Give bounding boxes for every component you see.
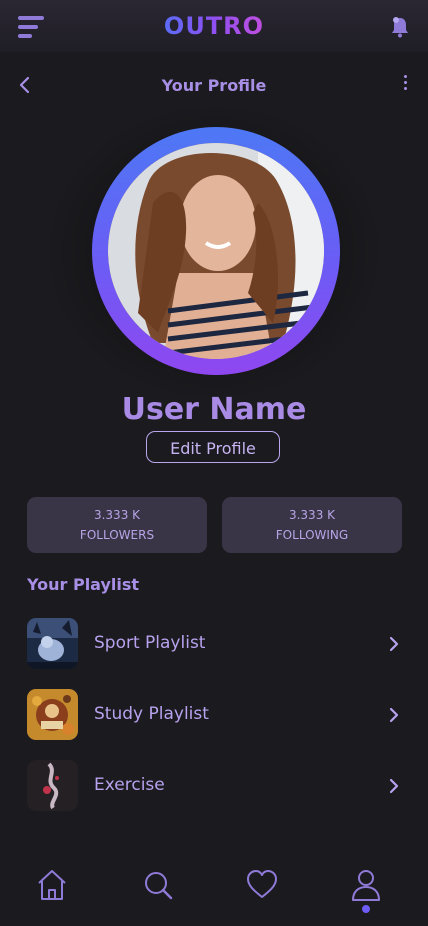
chevron-right-icon[interactable] [389, 636, 399, 652]
user-name: User Name [121, 392, 307, 427]
profile-photo [108, 143, 324, 359]
following-count: 3.333 K [288, 508, 336, 522]
followers-label: FOLLOWERS [79, 528, 155, 542]
avatar [108, 143, 324, 359]
search-icon[interactable] [141, 868, 175, 902]
chevron-right-icon[interactable] [389, 778, 399, 794]
playlist-item-label: Sport Playlist [94, 633, 206, 653]
active-indicator-dot [362, 905, 370, 913]
playlist-item-label: Study Playlist [94, 704, 209, 724]
playlist-item-sport[interactable]: Sport Playlist [27, 618, 407, 670]
bottom-nav [0, 862, 428, 926]
playlist-item-label: Exercise [94, 775, 165, 795]
followers-count: 3.333 K [93, 508, 141, 522]
following-card[interactable]: 3.333 K FOLLOWING [222, 497, 402, 553]
more-options-icon[interactable] [402, 75, 408, 95]
heart-icon[interactable] [245, 868, 279, 902]
playlist-thumbnail [27, 760, 78, 811]
profile-icon[interactable] [349, 868, 383, 902]
following-label: FOLLOWING [275, 528, 349, 542]
playlist-section-title: Your Playlist [27, 575, 140, 594]
chevron-right-icon[interactable] [389, 707, 399, 723]
playlist-item-study[interactable]: Study Playlist [27, 689, 407, 741]
top-bar: OUTRO [0, 0, 428, 52]
playlist-thumbnail [27, 618, 78, 669]
page-title: Your Profile [161, 76, 267, 95]
notification-bell-icon[interactable] [390, 16, 410, 38]
home-icon[interactable] [35, 868, 69, 902]
followers-card[interactable]: 3.333 K FOLLOWERS [27, 497, 207, 553]
playlist-thumbnail [27, 689, 78, 740]
page-header: Your Profile [0, 72, 428, 100]
edit-profile-button[interactable]: Edit Profile [146, 431, 280, 463]
playlist-item-exercise[interactable]: Exercise [27, 760, 407, 812]
app-logo: OUTRO [163, 12, 265, 40]
